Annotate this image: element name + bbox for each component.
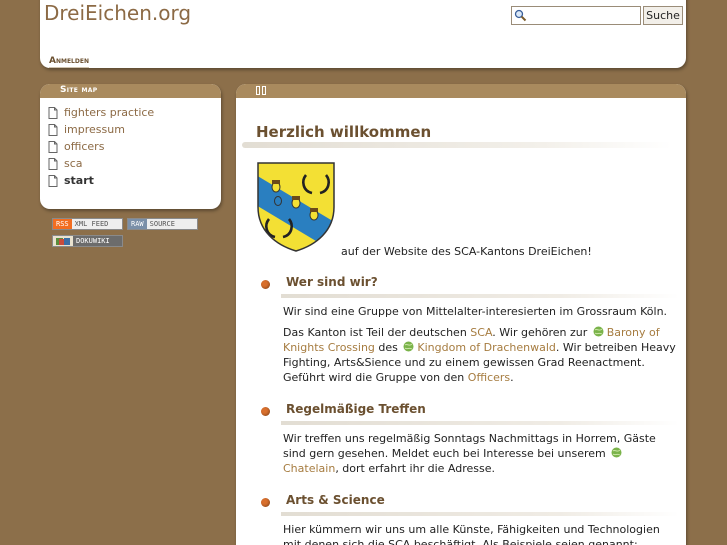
welcome-text: auf der Website des SCA-Kantons DreiEich… bbox=[341, 245, 592, 258]
main-content: Herzlich willkommen auf der Website des … bbox=[236, 84, 686, 545]
link-officers[interactable]: Officers bbox=[468, 371, 510, 384]
dokuwiki-logo-icon bbox=[53, 236, 73, 246]
section-divider bbox=[281, 421, 679, 425]
sidebar-item-officers[interactable]: officers bbox=[48, 138, 221, 155]
sidebar-item-start[interactable]: start bbox=[48, 172, 221, 189]
paragraph: Das Kanton ist Teil der deutschen SCA. W… bbox=[283, 325, 679, 385]
page-icon bbox=[48, 123, 58, 136]
bullet-icon bbox=[261, 498, 270, 507]
text-segment: , dort erfahrt ihr die Adresse. bbox=[335, 462, 495, 475]
link-sca[interactable]: SCA bbox=[470, 326, 492, 339]
title-underline bbox=[242, 142, 672, 148]
link-kingdom[interactable]: Kingdom of Drachenwald bbox=[417, 341, 556, 354]
bullet-icon bbox=[261, 407, 270, 416]
globe-icon bbox=[611, 447, 622, 458]
search-button[interactable]: Suche bbox=[643, 6, 683, 25]
dokuwiki-badge-right: DOKUWIKI bbox=[73, 236, 122, 246]
paragraph: Wir treffen uns regelmäßig Sonntags Nach… bbox=[283, 431, 679, 476]
search-input[interactable] bbox=[511, 6, 641, 25]
sidebar-title: Site map bbox=[40, 84, 221, 98]
sitemap-list: fighters practice impressum officers sca… bbox=[40, 98, 221, 189]
section-heading-treffen: Regelmäßige Treffen bbox=[261, 402, 426, 416]
coat-of-arms bbox=[257, 162, 335, 252]
raw-source-badge[interactable]: RAW SOURCE bbox=[127, 218, 198, 230]
text-segment: . bbox=[510, 371, 514, 384]
search-icon bbox=[514, 9, 527, 22]
toolbar-button[interactable] bbox=[256, 86, 260, 95]
section-heading-text: Regelmäßige Treffen bbox=[286, 402, 426, 416]
text-segment: . Wir gehören zur bbox=[492, 326, 591, 339]
toolbar-button[interactable] bbox=[262, 86, 266, 95]
paragraph: Wir sind eine Gruppe von Mittelalter-int… bbox=[283, 305, 668, 318]
site-title[interactable]: DreiEichen.org bbox=[44, 1, 191, 25]
sidebar-item-label[interactable]: impressum bbox=[64, 123, 125, 136]
dokuwiki-badge[interactable]: DOKUWIKI bbox=[52, 235, 123, 247]
page-icon bbox=[48, 157, 58, 170]
section-heading-text: Arts & Science bbox=[286, 493, 385, 507]
raw-badge-left: RAW bbox=[128, 219, 147, 229]
sidebar-item-label[interactable]: officers bbox=[64, 140, 104, 153]
sidebar-item-label[interactable]: fighters practice bbox=[64, 106, 154, 119]
bullet-icon bbox=[261, 280, 270, 289]
section-divider bbox=[281, 512, 679, 516]
page-title: Herzlich willkommen bbox=[256, 123, 432, 141]
sidebar: Site map fighters practice impressum off… bbox=[40, 84, 221, 209]
sidebar-item-label[interactable]: start bbox=[64, 174, 94, 187]
sidebar-item-fighters-practice[interactable]: fighters practice bbox=[48, 104, 221, 121]
rss-badge-left: RSS bbox=[53, 219, 72, 229]
text-segment: Das Kanton ist Teil der deutschen bbox=[283, 326, 471, 339]
login-link[interactable]: Anmelden bbox=[49, 56, 89, 68]
page-icon bbox=[48, 140, 58, 153]
section-heading-arts-science: Arts & Science bbox=[261, 493, 385, 507]
header: DreiEichen.org Suche Anmelden bbox=[40, 0, 686, 68]
globe-icon bbox=[403, 341, 414, 352]
link-chatelain[interactable]: Chatelain bbox=[283, 462, 335, 475]
sidebar-item-label[interactable]: sca bbox=[64, 157, 83, 170]
section-divider bbox=[281, 294, 679, 298]
text-segment: Wir treffen uns regelmäßig Sonntags Nach… bbox=[283, 432, 656, 460]
rss-badge-right: XML FEED bbox=[71, 219, 122, 229]
globe-icon bbox=[593, 326, 604, 337]
page-icon bbox=[48, 106, 58, 119]
sidebar-item-sca[interactable]: sca bbox=[48, 155, 221, 172]
content-toolbar bbox=[236, 84, 686, 98]
sidebar-item-impressum[interactable]: impressum bbox=[48, 121, 221, 138]
text-segment: des bbox=[374, 341, 402, 354]
rss-feed-badge[interactable]: RSS XML FEED bbox=[52, 218, 123, 230]
raw-badge-right: SOURCE bbox=[146, 219, 197, 229]
section-heading-text: Wer sind wir? bbox=[286, 275, 378, 289]
section-heading-wer-sind-wir: Wer sind wir? bbox=[261, 275, 378, 289]
paragraph: Hier kümmern wir uns um alle Künste, Fäh… bbox=[283, 523, 660, 545]
page-icon bbox=[48, 174, 58, 187]
